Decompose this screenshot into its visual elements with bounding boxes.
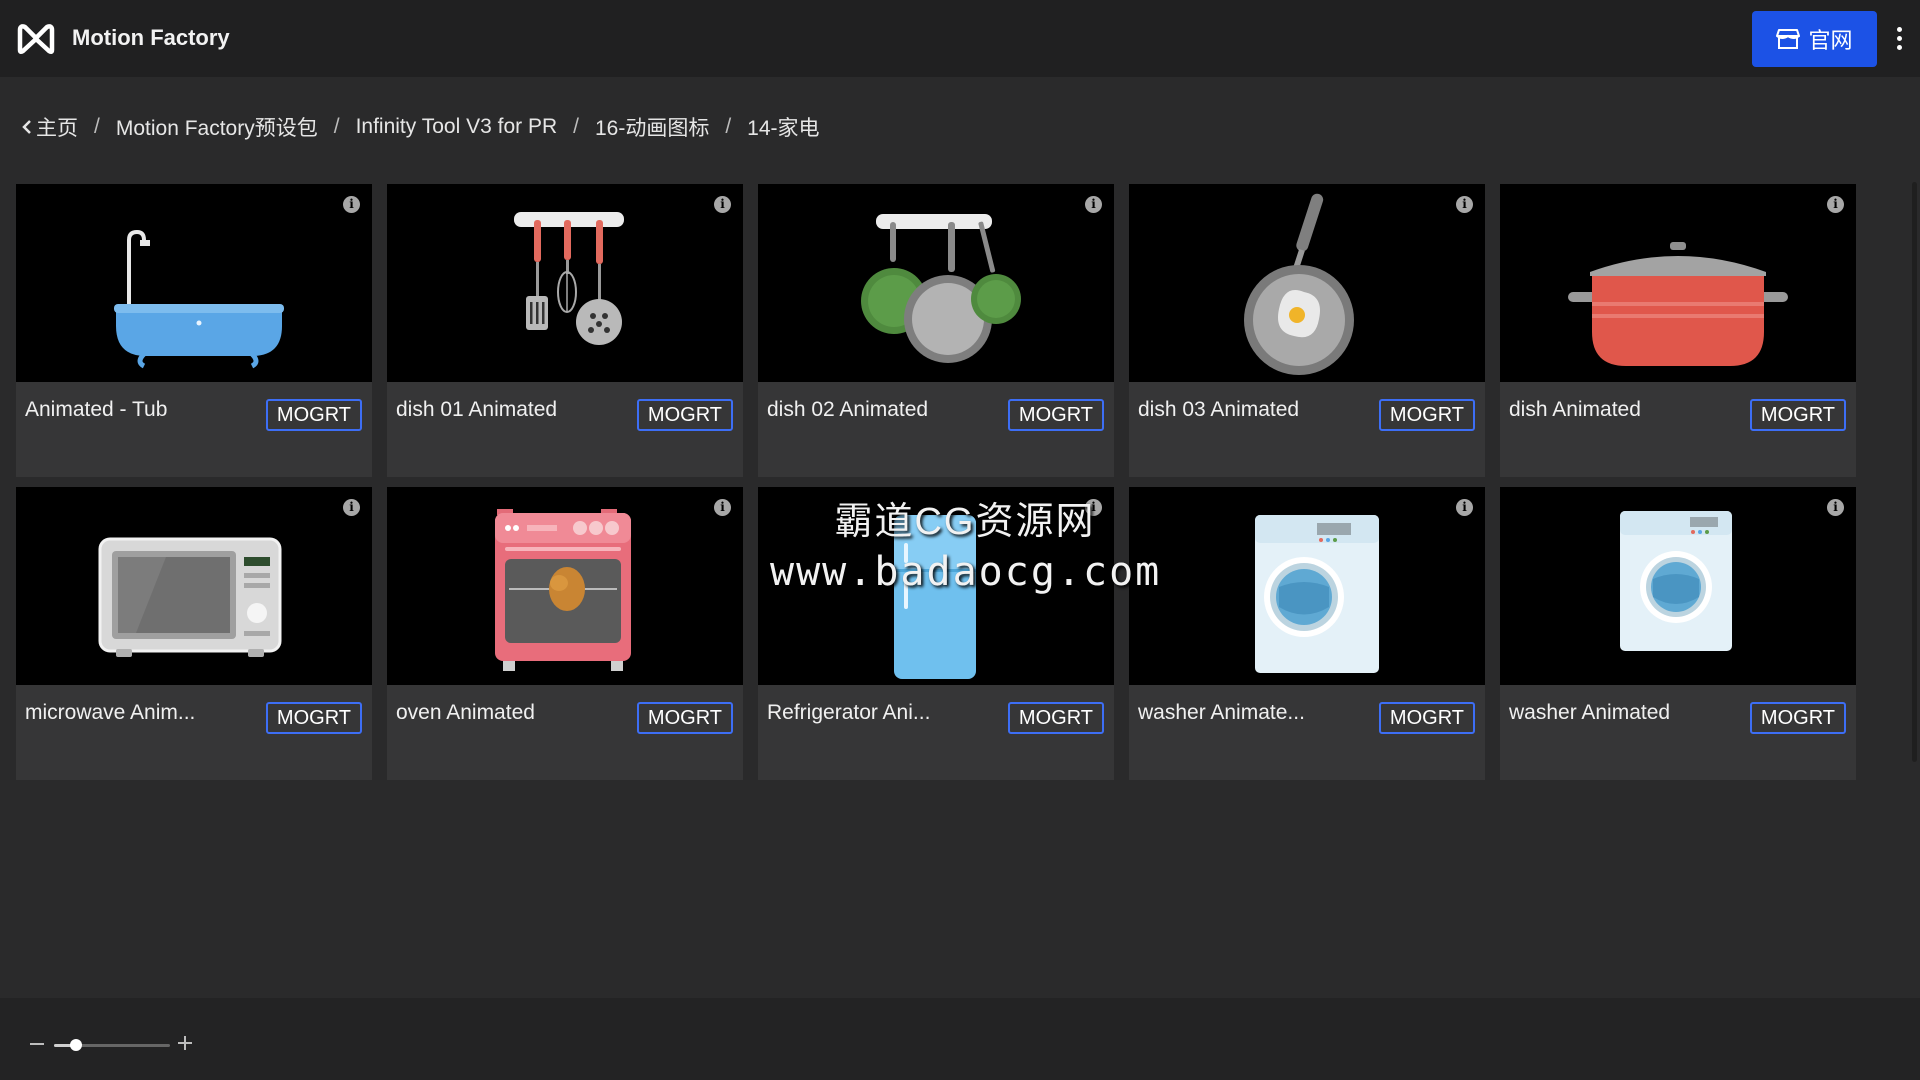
breadcrumb-separator: /: [333, 115, 340, 138]
info-icon[interactable]: i: [1085, 499, 1102, 516]
asset-thumbnail: i: [16, 487, 372, 685]
asset-thumbnail: i: [1129, 487, 1485, 685]
asset-card[interactable]: i oven Animated MOGRT: [387, 487, 743, 780]
mogrt-badge[interactable]: MOGRT: [1378, 399, 1475, 431]
asset-title: Refrigerator Ani...: [767, 701, 931, 724]
asset-thumbnail: i: [1500, 184, 1856, 382]
mogrt-badge[interactable]: MOGRT: [1749, 399, 1846, 431]
breadcrumb-infinity-tool[interactable]: Infinity Tool V3 for PR: [356, 115, 558, 139]
mogrt-badge[interactable]: MOGRT: [1749, 702, 1846, 734]
oven-icon: [495, 509, 631, 671]
breadcrumb-home[interactable]: 主页: [36, 112, 78, 142]
asset-card[interactable]: i dish 02 Animated MOGRT: [758, 184, 1114, 477]
more-options-icon[interactable]: [1890, 24, 1908, 54]
app-title: Motion Factory: [72, 25, 230, 50]
washing-machine-icon: [1620, 511, 1732, 651]
asset-thumbnail: i: [758, 184, 1114, 382]
chevron-left-icon[interactable]: [20, 117, 34, 137]
microwave-icon: [98, 537, 282, 657]
bottom-bar: [0, 998, 1920, 1080]
breadcrumb-separator: /: [573, 115, 579, 138]
asset-thumbnail: i: [387, 487, 743, 685]
mogrt-badge[interactable]: MOGRT: [265, 399, 362, 431]
cooking-pot-icon: [1568, 242, 1788, 366]
official-site-label: 官网: [1808, 28, 1853, 53]
scrollbar[interactable]: [1912, 182, 1917, 762]
info-icon[interactable]: i: [1827, 196, 1844, 213]
asset-card[interactable]: i microwave Anim... MOGRT: [16, 487, 372, 780]
washing-machine-icon: [1255, 515, 1379, 673]
zoom-slider-handle[interactable]: [70, 1039, 83, 1051]
breadcrumb-preset-pack[interactable]: Motion Factory预设包: [116, 112, 318, 142]
asset-card[interactable]: i dish 01 Animated MOGRT: [387, 184, 743, 477]
bathtub-icon: [114, 229, 284, 369]
breadcrumb: 主页 / Motion Factory预设包 / Infinity Tool V…: [20, 112, 820, 142]
asset-thumbnail: i: [16, 184, 372, 382]
asset-title: dish 03 Animated: [1138, 398, 1300, 421]
store-icon: [1776, 29, 1801, 49]
kitchen-utensils-icon: [514, 212, 624, 345]
refrigerator-icon: [894, 515, 976, 679]
zoom-in-icon[interactable]: [178, 1036, 192, 1050]
breadcrumb-animated-icons[interactable]: 16-动画图标: [595, 112, 709, 142]
asset-thumbnail: i: [1500, 487, 1856, 685]
mogrt-badge[interactable]: MOGRT: [1007, 702, 1104, 734]
mogrt-badge[interactable]: MOGRT: [636, 702, 733, 734]
info-icon[interactable]: i: [714, 499, 731, 516]
asset-title: dish Animated: [1509, 398, 1641, 421]
asset-title: oven Animated: [396, 701, 535, 724]
asset-card[interactable]: i washer Animated MOGRT: [1500, 487, 1856, 780]
asset-title: dish 01 Animated: [396, 398, 558, 421]
mogrt-badge[interactable]: MOGRT: [1007, 399, 1104, 431]
info-icon[interactable]: i: [1827, 499, 1844, 516]
asset-title: microwave Anim...: [25, 701, 196, 724]
mogrt-badge[interactable]: MOGRT: [1378, 702, 1475, 734]
motion-factory-logo-icon: [17, 24, 55, 55]
zoom-out-icon[interactable]: [30, 1043, 44, 1045]
asset-card[interactable]: i dish 03 Animated MOGRT: [1129, 184, 1485, 477]
info-icon[interactable]: i: [343, 499, 360, 516]
breadcrumb-separator: /: [725, 115, 732, 138]
info-icon[interactable]: i: [1456, 499, 1473, 516]
info-icon[interactable]: i: [714, 196, 731, 213]
hanging-pans-icon: [861, 214, 1021, 363]
official-site-button[interactable]: 官网: [1752, 11, 1877, 67]
asset-thumbnail: i: [758, 487, 1114, 685]
asset-card[interactable]: i washer Animate... MOGRT: [1129, 487, 1485, 780]
info-icon[interactable]: i: [1085, 196, 1102, 213]
asset-card[interactable]: i Animated - Tub MOGRT: [16, 184, 372, 477]
asset-title: washer Animate...: [1138, 701, 1305, 724]
info-icon[interactable]: i: [343, 196, 360, 213]
zoom-slider[interactable]: [54, 1039, 170, 1051]
asset-title: dish 02 Animated: [767, 398, 929, 421]
asset-thumbnail: i: [1129, 184, 1485, 382]
asset-card[interactable]: i Refrigerator Ani... MOGRT: [758, 487, 1114, 780]
asset-title: Animated - Tub: [25, 398, 168, 421]
top-bar: Motion Factory 官网: [0, 0, 1920, 77]
mogrt-badge[interactable]: MOGRT: [636, 399, 733, 431]
asset-card[interactable]: i dish Animated MOGRT: [1500, 184, 1856, 477]
asset-title: washer Animated: [1509, 701, 1671, 724]
frying-pan-icon: [1244, 193, 1354, 375]
breadcrumb-separator: /: [94, 115, 100, 138]
asset-thumbnail: i: [387, 184, 743, 382]
info-icon[interactable]: i: [1456, 196, 1473, 213]
mogrt-badge[interactable]: MOGRT: [265, 702, 362, 734]
breadcrumb-appliances: 14-家电: [747, 117, 820, 140]
